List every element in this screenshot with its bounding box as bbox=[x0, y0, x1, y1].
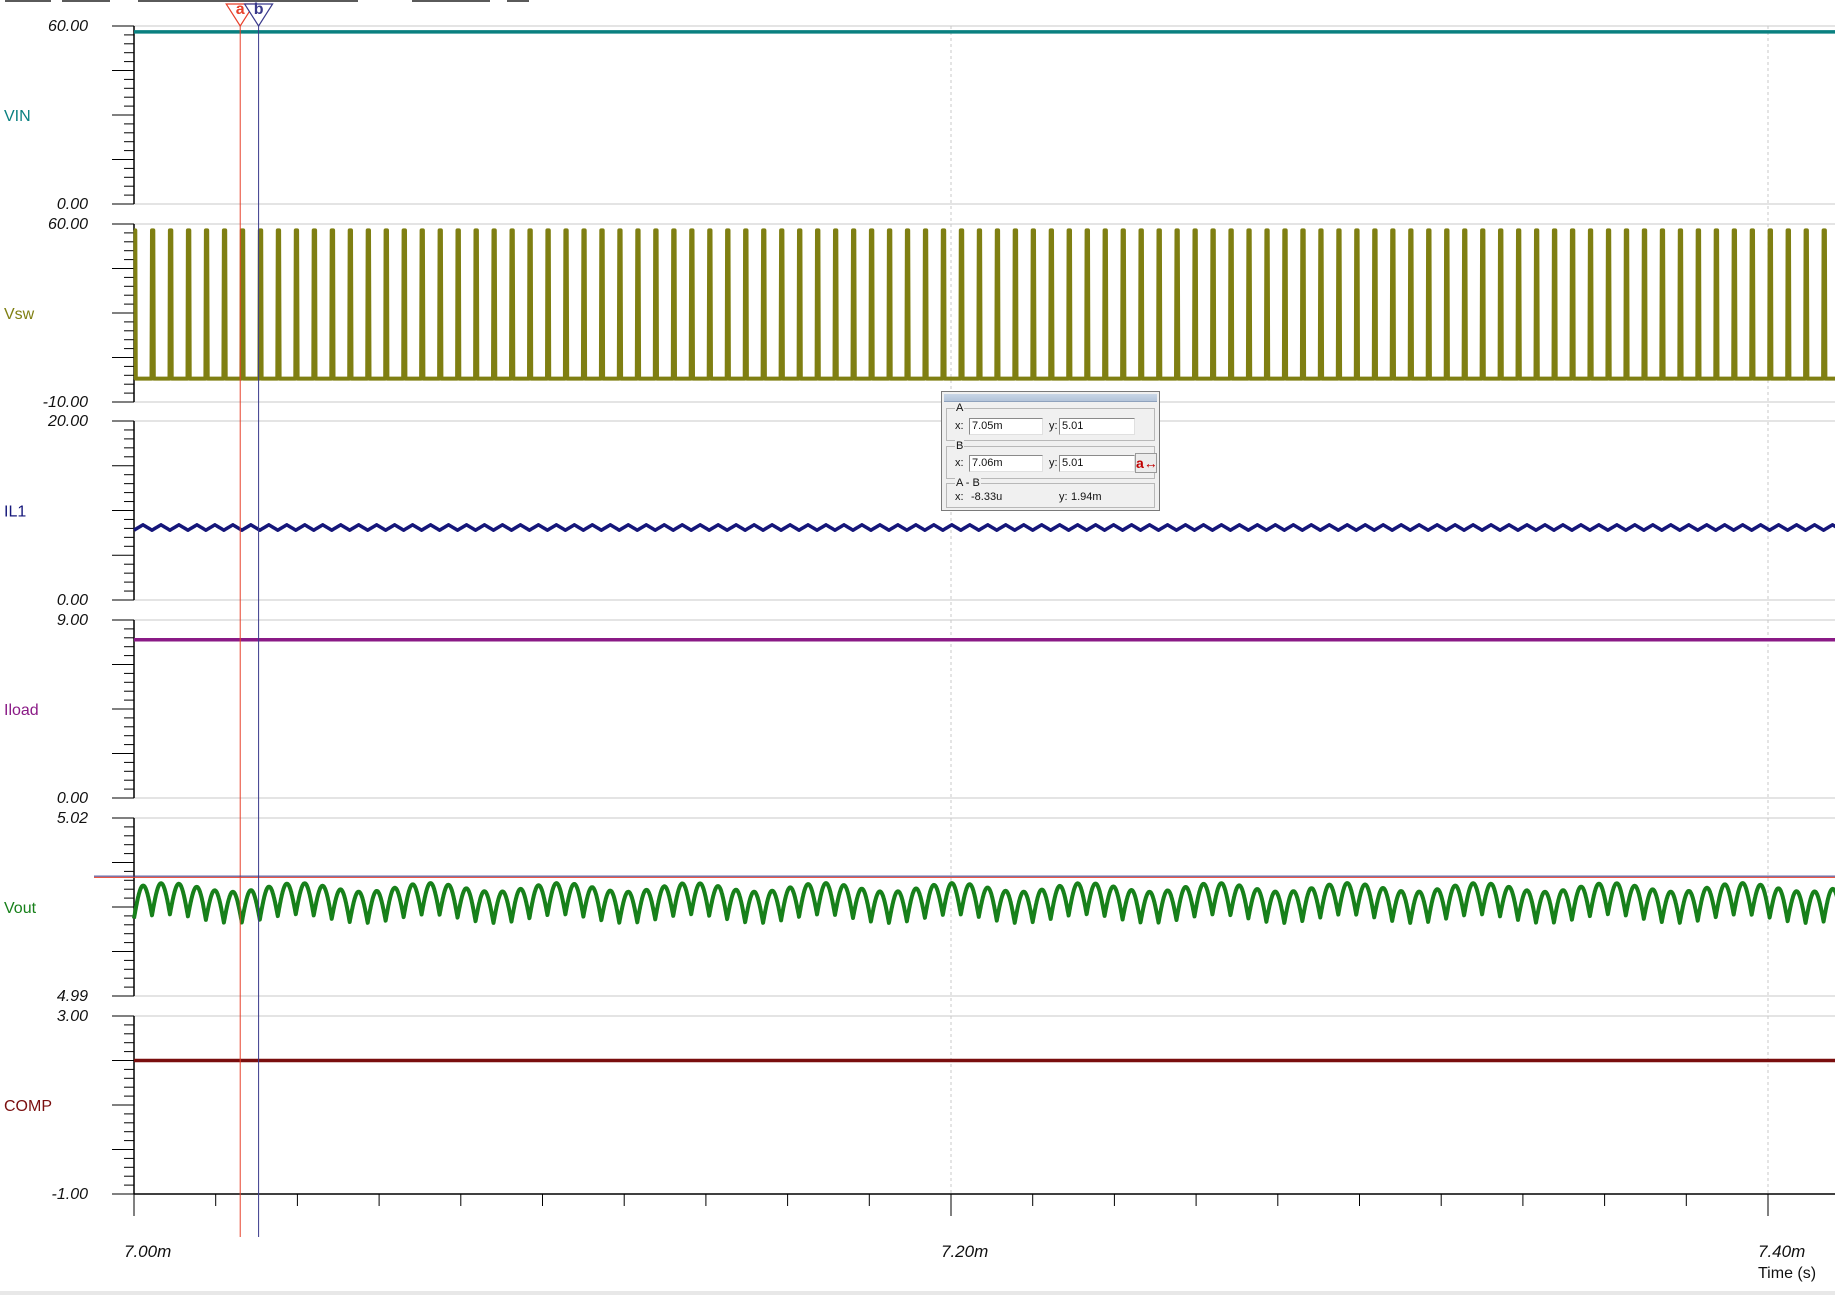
vout-channel-label: Vout bbox=[4, 900, 37, 917]
swap-cursors-button[interactable]: a↔ bbox=[1135, 453, 1158, 473]
cursor-b-y-field[interactable]: 5.01 bbox=[1059, 455, 1135, 472]
vout-trace[interactable] bbox=[132, 881, 1835, 925]
comp-y-max-label: 3.00 bbox=[57, 1008, 88, 1025]
vsw-y-min-label: -10.00 bbox=[43, 394, 88, 411]
diff-x-label: x: bbox=[955, 491, 964, 503]
diff-x-value: -8.33u bbox=[971, 491, 1003, 503]
status-strip bbox=[0, 1291, 1835, 1295]
il1-y-min-label: 0.00 bbox=[57, 592, 88, 609]
waveform-plot[interactable]: 60.00 0.00 VIN 60.00 -10.00 Vsw 20.00 0.00 IL1 9.… bbox=[0, 0, 1835, 1295]
vout-y-max-label: 5.02 bbox=[57, 810, 88, 827]
iload-y-max-label: 9.00 bbox=[57, 612, 88, 629]
il1-channel-label: IL1 bbox=[4, 504, 26, 521]
iload-channel-label: Iload bbox=[4, 702, 39, 719]
cursor-b-x-label: x: bbox=[955, 457, 964, 469]
cursor-panel-titlebar[interactable] bbox=[944, 394, 1157, 402]
cursor-b-group: B x: 7.06m y: 5.01 a↔ bbox=[946, 440, 1158, 479]
cursor-diff-group: A - B x: -8.33u y: 1.94m bbox=[946, 477, 1155, 508]
x-tick-label: 7.40m bbox=[1758, 1242, 1805, 1261]
cursor-b-marker-label: b bbox=[254, 1, 264, 18]
vin-y-max-label: 60.00 bbox=[48, 18, 88, 35]
cursor-a-label: A bbox=[955, 402, 965, 414]
comp-channel-label: COMP bbox=[4, 1098, 52, 1115]
vout-y-min-label: 4.99 bbox=[57, 988, 88, 1005]
iload-y-min-label: 0.00 bbox=[57, 790, 88, 807]
comp-y-min-label: -1.00 bbox=[52, 1186, 89, 1203]
vsw-trace[interactable] bbox=[132, 228, 1835, 381]
cursor-diff-label: A - B bbox=[955, 477, 981, 489]
cursor-a-marker-label: a bbox=[236, 1, 245, 18]
cursor-a-group: A x: 7.05m y: 5.01 bbox=[946, 402, 1155, 441]
vin-channel-label: VIN bbox=[4, 108, 31, 125]
cursor-a-y-label: y: bbox=[1049, 420, 1058, 432]
cursor-b-y-label: y: bbox=[1049, 457, 1058, 469]
diff-y-value: 1.94m bbox=[1071, 491, 1102, 503]
diff-y-label: y: bbox=[1059, 491, 1068, 503]
cursor-readout-panel[interactable]: A x: 7.05m y: 5.01 B x: 7.06m y: 5.01 a↔… bbox=[941, 391, 1160, 511]
cursor-a-y-field[interactable]: 5.01 bbox=[1059, 418, 1135, 435]
cursor-a-x-field[interactable]: 7.05m bbox=[969, 418, 1043, 435]
il1-y-max-label: 20.00 bbox=[47, 413, 88, 430]
vin-y-min-label: 0.00 bbox=[57, 196, 88, 213]
il1-trace[interactable] bbox=[132, 523, 1835, 532]
cursor-a-x-label: x: bbox=[955, 420, 964, 432]
vsw-channel-label: Vsw bbox=[4, 306, 35, 323]
cursor-b-x-field[interactable]: 7.06m bbox=[969, 455, 1043, 472]
cursor-b-label: B bbox=[955, 440, 965, 452]
x-tick-label: 7.20m bbox=[941, 1242, 988, 1261]
x-axis-title: Time (s) bbox=[1758, 1265, 1816, 1282]
x-tick-label: 7.00m bbox=[124, 1242, 171, 1261]
vsw-y-max-label: 60.00 bbox=[48, 216, 88, 233]
